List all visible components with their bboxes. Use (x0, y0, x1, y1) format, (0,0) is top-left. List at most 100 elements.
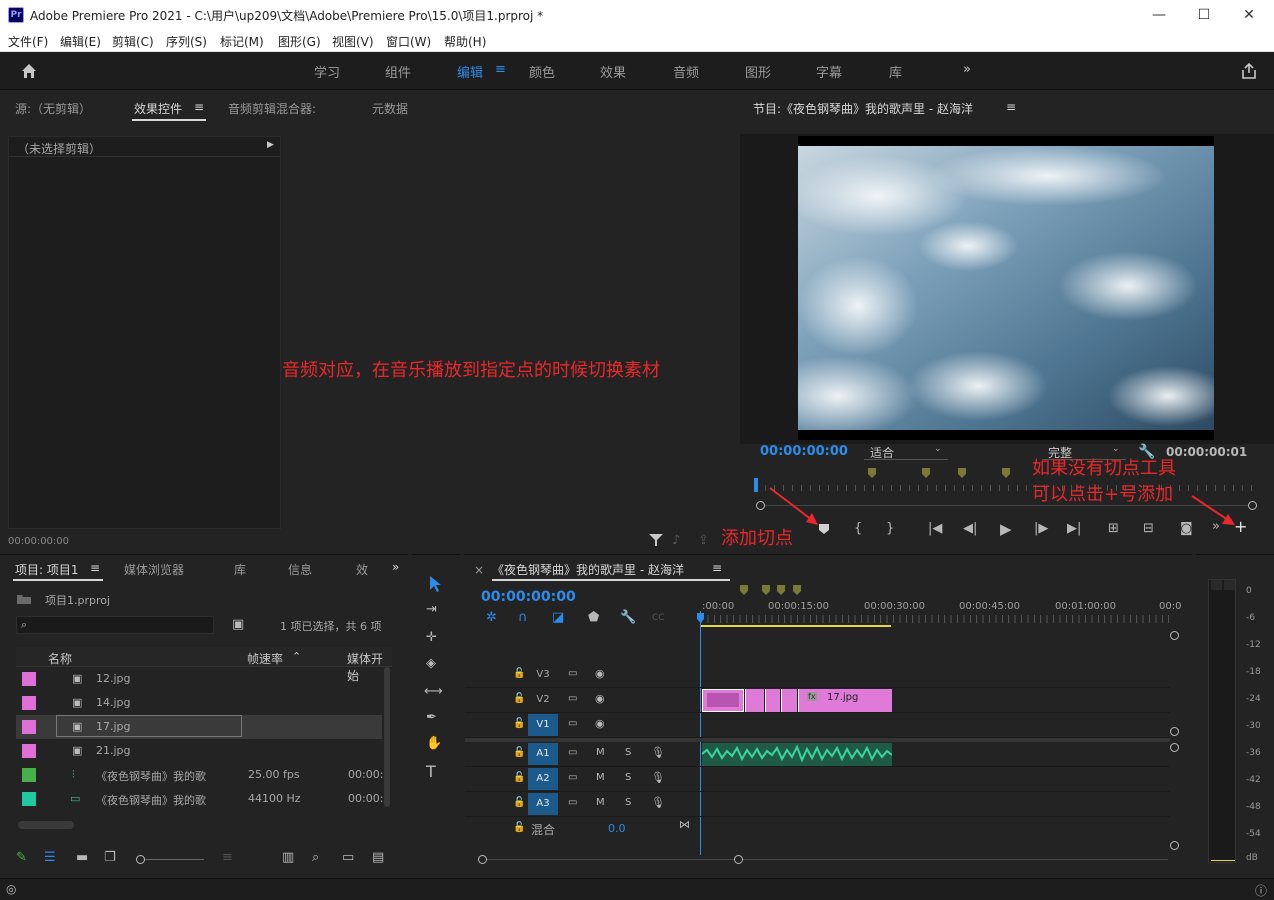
workspace-effects[interactable]: 效果 (600, 62, 626, 81)
audio-only-icon[interactable]: ♪ (672, 534, 680, 548)
linked-selection-icon[interactable]: ◪ (552, 611, 564, 625)
add-marker-icon[interactable]: ⬟ (588, 611, 599, 625)
more-controls-icon[interactable]: » (1212, 520, 1220, 534)
close-button[interactable]: ✕ (1234, 4, 1264, 26)
more-workspaces-icon[interactable]: » (963, 62, 971, 77)
maximize-button[interactable]: ☐ (1189, 4, 1219, 26)
clip-14b[interactable] (765, 689, 780, 712)
go-to-end-icon[interactable]: ⋈ (679, 818, 690, 831)
new-bin-icon[interactable]: ▭ (342, 851, 354, 865)
eye-icon[interactable]: ◉ (595, 717, 605, 730)
share-icon[interactable] (1240, 62, 1258, 80)
workspace-captions[interactable]: 字幕 (816, 62, 842, 81)
panel-menu-icon[interactable]: ≡ (194, 100, 204, 114)
slip-tool-icon[interactable]: ⟷ (424, 685, 443, 699)
workspace-libraries[interactable]: 库 (889, 62, 902, 81)
list-item-selected[interactable]: ▣ 17.jpg (16, 715, 382, 739)
label-color-swatch[interactable] (22, 672, 36, 686)
track-label-v2[interactable]: V2 (528, 689, 558, 711)
more-tabs-icon[interactable]: » (392, 560, 399, 574)
menu-sequence[interactable]: 序列(S) (166, 33, 207, 50)
microphone-icon[interactable]: 🎙 (651, 771, 665, 784)
mute-button[interactable]: M (596, 797, 605, 808)
type-tool-icon[interactable]: T (426, 764, 436, 780)
sync-lock-icon[interactable]: ▭ (568, 693, 577, 704)
audio-clip[interactable] (701, 743, 893, 766)
add-button-icon[interactable]: + (1234, 519, 1247, 535)
lock-icon[interactable]: 🔓 (513, 822, 525, 833)
audio-scroll-handle-top[interactable] (1170, 743, 1179, 752)
automate-to-sequence-icon[interactable]: ▥ (282, 851, 294, 865)
add-marker-icon[interactable] (818, 523, 830, 535)
mix-value[interactable]: 0.0 (608, 822, 626, 835)
lock-icon[interactable]: 🔓 (513, 747, 525, 758)
solo-button[interactable]: S (625, 797, 631, 808)
clip-17[interactable]: fx 17.jpg (798, 689, 892, 712)
scroll-handle-right[interactable] (734, 855, 743, 864)
tab-effects[interactable]: 效 (356, 561, 368, 578)
project-horizontal-scrollbar[interactable] (18, 821, 74, 829)
tab-effect-controls[interactable]: 效果控件 (134, 100, 182, 117)
track-label-a2[interactable]: A2 (528, 768, 558, 790)
track-label-v3[interactable]: V3 (528, 664, 558, 686)
close-sequence-icon[interactable]: × (474, 563, 484, 577)
label-color-swatch[interactable] (22, 792, 36, 806)
hand-tool-icon[interactable]: ✋ (426, 737, 442, 751)
clip-12[interactable] (702, 689, 744, 712)
mark-out-icon[interactable]: } (886, 522, 894, 536)
selection-tool-icon[interactable] (428, 575, 442, 593)
microphone-icon[interactable]: 🎙 (651, 746, 665, 759)
workspace-editing[interactable]: 编辑 (457, 62, 483, 81)
menu-edit[interactable]: 编辑(E) (60, 33, 101, 50)
clip-14[interactable] (745, 689, 764, 712)
razor-tool-icon[interactable]: ◈ (426, 657, 436, 671)
sort-up-icon[interactable]: ⌃ (292, 650, 301, 663)
marker[interactable] (958, 468, 966, 478)
list-item[interactable]: ▣ 14.jpg (16, 691, 382, 715)
tab-media-browser[interactable]: 媒体浏览器 (124, 561, 184, 578)
program-timecode[interactable]: 00:00:00:00 (760, 444, 848, 459)
lift-icon[interactable]: ⊞ (1108, 522, 1119, 536)
column-fps[interactable]: 帧速率 (247, 650, 283, 667)
list-item[interactable]: ▣ 21.jpg (16, 739, 382, 763)
find-icon[interactable]: ⌕ (312, 851, 319, 865)
minimize-button[interactable]: — (1144, 4, 1174, 26)
track-label-a3[interactable]: A3 (528, 793, 558, 815)
sync-lock-icon[interactable]: ▭ (568, 668, 577, 679)
timeline-horizontal-scrollbar[interactable] (478, 859, 1168, 860)
lock-icon[interactable]: 🔓 (513, 693, 525, 704)
filter-icon[interactable] (648, 533, 664, 547)
go-to-out-icon[interactable]: ▶| (1067, 522, 1081, 536)
marker[interactable] (740, 585, 748, 595)
tab-metadata[interactable]: 元数据 (372, 100, 408, 117)
pencil-icon[interactable]: ✎ (16, 851, 27, 865)
zoom-bar[interactable] (756, 505, 1254, 506)
sort-icon[interactable]: ≡ (222, 851, 233, 865)
step-forward-icon[interactable]: |▶ (1034, 522, 1048, 536)
workspace-color[interactable]: 颜色 (529, 62, 555, 81)
tab-audio-clip-mixer[interactable]: 音频剪辑混合器: (228, 100, 316, 117)
lock-icon[interactable]: 🔓 (513, 718, 525, 729)
fit-dropdown[interactable]: 适合 ⌄ (864, 442, 948, 460)
new-bin-icon[interactable]: ▣ (232, 618, 244, 632)
info-icon[interactable]: ⓘ (1255, 882, 1267, 899)
label-color-swatch[interactable] (22, 720, 36, 734)
mute-button[interactable]: M (596, 772, 605, 783)
track-label-a1[interactable]: A1 (528, 743, 558, 765)
snap-icon[interactable]: ∩ (518, 611, 528, 625)
creative-cloud-icon[interactable]: ◎ (6, 882, 16, 896)
play-icon[interactable]: ▶ (1000, 522, 1012, 537)
sync-lock-icon[interactable]: ▭ (568, 718, 577, 729)
work-area-bar[interactable] (701, 625, 891, 627)
mark-in-icon[interactable]: { (854, 522, 862, 536)
pen-tool-icon[interactable]: ✒ (426, 711, 437, 725)
eye-icon[interactable]: ◉ (595, 692, 605, 705)
ripple-edit-tool-icon[interactable]: ✛ (426, 631, 437, 645)
tab-project[interactable]: 项目: 项目1 (15, 561, 79, 578)
audio-scroll-handle-bottom[interactable] (1170, 841, 1179, 850)
marker[interactable] (777, 585, 785, 595)
workspace-menu-icon[interactable]: ≡ (495, 62, 506, 77)
sync-lock-icon[interactable]: ▭ (568, 747, 577, 758)
microphone-icon[interactable]: 🎙 (651, 796, 665, 809)
lock-icon[interactable]: 🔓 (513, 668, 525, 679)
